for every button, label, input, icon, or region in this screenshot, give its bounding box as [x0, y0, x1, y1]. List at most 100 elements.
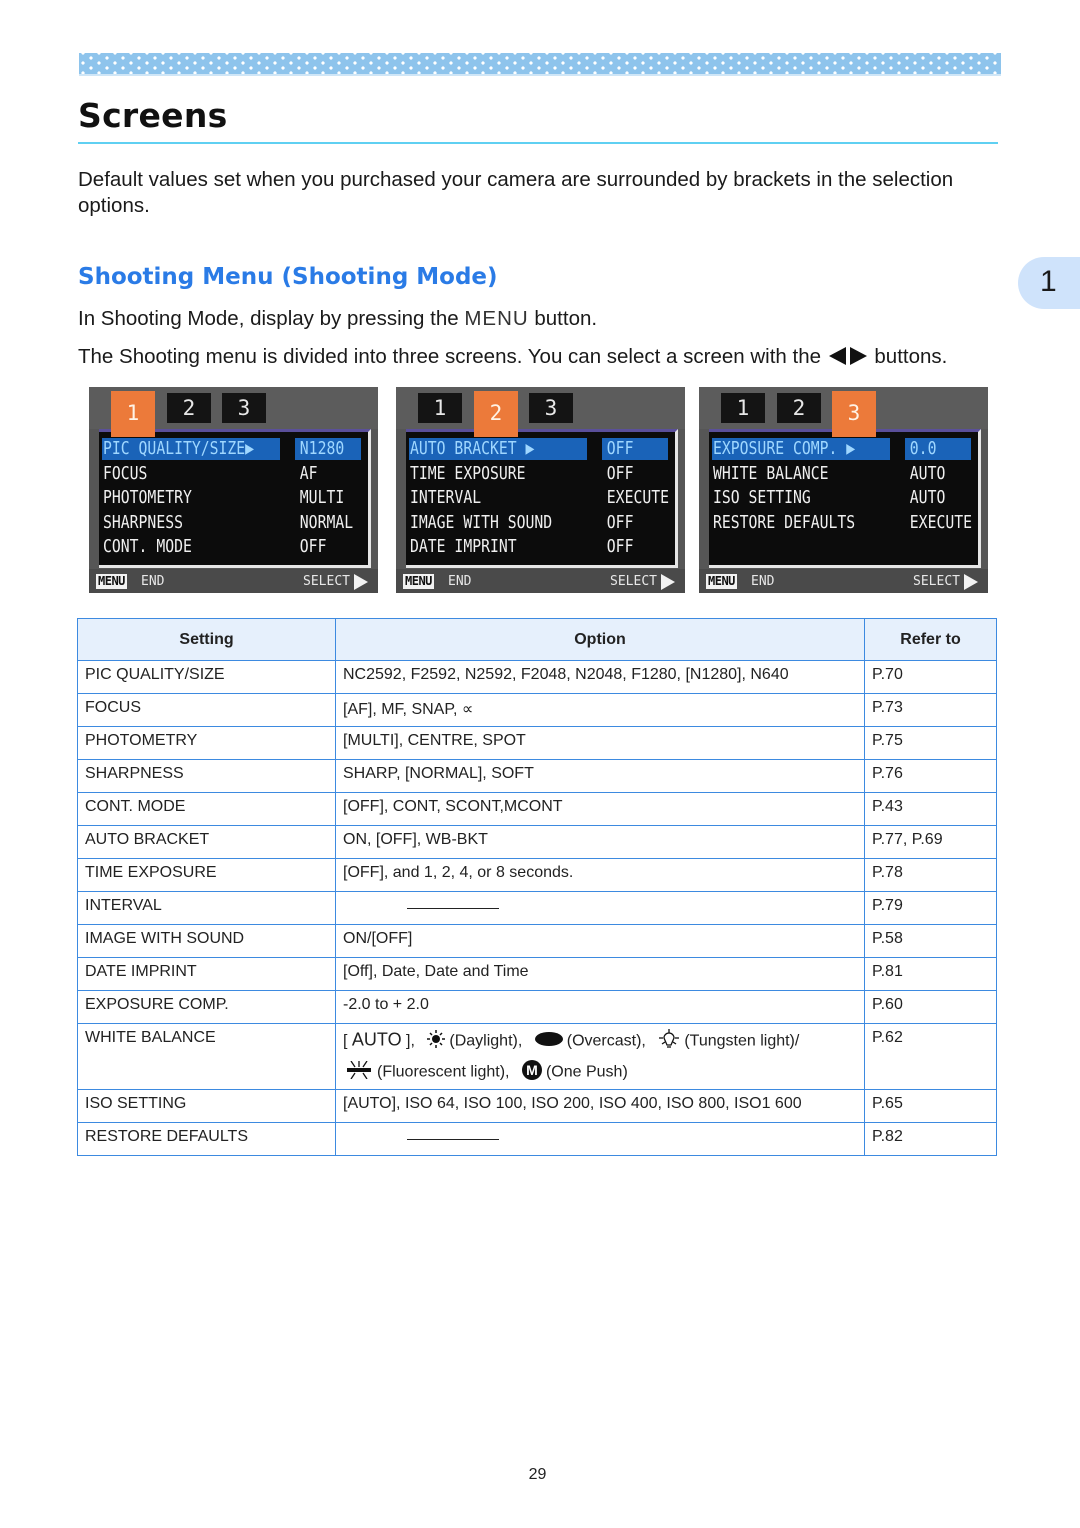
option-cell: [Off], Date, Date and Time — [335, 957, 865, 991]
refer-cell: P.65 — [864, 1089, 997, 1123]
setting-cell: DATE IMPRINT — [77, 957, 336, 991]
option-cell: -2.0 to + 2.0 — [335, 990, 865, 1024]
menu-row-label: WHITE BALANCE — [713, 462, 829, 484]
chapter-tab[interactable]: 1 — [1018, 257, 1080, 309]
right-arrow-icon — [661, 574, 675, 590]
instruction-paragraph-2: The Shooting menu is divided into three … — [78, 345, 947, 371]
table-row: EXPOSURE COMP. -2.0 to + 2.0 P.60 — [77, 990, 997, 1024]
wb-tungsten: (Tungsten light)/ — [684, 1032, 800, 1050]
menu-row-label: INTERVAL — [410, 487, 482, 508]
table-row: CONT. MODE [OFF], CONT, SCONT,MCONT P.43 — [77, 792, 997, 826]
page-title: Screens — [78, 96, 228, 135]
table-row: PIC QUALITY/SIZE NC2592, F2592, N2592, F… — [77, 660, 997, 694]
title-divider — [78, 142, 998, 144]
option-cell: NC2592, F2592, N2592, F2048, N2048, F128… — [335, 660, 865, 694]
option-cell — [335, 1122, 865, 1156]
screen-tab-2: 2 — [167, 393, 211, 423]
header-refer-to: Refer to — [864, 618, 997, 661]
menu-key-label: MENU — [403, 574, 434, 589]
refer-cell: P.77, P.69 — [864, 825, 997, 859]
table-row: INTERVAL P.79 — [77, 891, 997, 925]
menu-row-value: MULTI — [299, 487, 345, 508]
menu-row-value: AUTO — [909, 462, 946, 484]
screen-tab-1: 1 — [111, 391, 155, 437]
menu-row-value: OFF — [606, 536, 634, 557]
setting-cell: CONT. MODE — [77, 792, 336, 826]
menu-row: ISO SETTING AUTO — [713, 487, 975, 509]
wb-one-push: (One Push) — [545, 1063, 628, 1081]
refer-cell: P.78 — [864, 858, 997, 892]
refer-cell: P.70 — [864, 660, 997, 694]
menu-row-label: AUTO BRACKET ▶ — [410, 438, 535, 459]
sun-icon — [427, 1030, 446, 1053]
right-arrow-icon — [354, 574, 368, 590]
menu-row: EXPOSURE COMP. ▶ 0.0 — [713, 438, 975, 460]
option-cell: ON/[OFF] — [335, 924, 865, 958]
option-cell: ON, [OFF], WB-BKT — [335, 825, 865, 859]
header-option: Option — [335, 618, 865, 661]
menu-row-value: EXECUTE — [606, 487, 670, 508]
refer-cell: P.43 — [864, 792, 997, 826]
menu-row: RESTORE DEFAULTS EXECUTE — [713, 512, 975, 534]
end-label: END — [141, 574, 165, 589]
menu-row: FOCUS AF — [103, 463, 365, 485]
option-text: NC2592, F2592, N2592, F2048, N2048, F128… — [343, 666, 789, 683]
table-row: DATE IMPRINT [Off], Date, Date and Time … — [77, 957, 997, 991]
option-text: ON, [OFF], WB-BKT — [343, 831, 488, 848]
menu-panel: EXPOSURE COMP. ▶ 0.0 WHITE BALANCE AUTO … — [709, 429, 981, 568]
setting-cell: RESTORE DEFAULTS — [77, 1122, 336, 1156]
settings-table: Setting Option Refer to PIC QUALITY/SIZE… — [77, 618, 997, 1156]
menu-panel: AUTO BRACKET ▶ OFF TIME EXPOSURE OFF INT… — [406, 429, 678, 568]
refer-cell: P.62 — [864, 1023, 997, 1090]
end-label: END — [448, 574, 472, 589]
menu-button-label: MENU — [464, 307, 529, 330]
menu-row: WHITE BALANCE AUTO — [713, 463, 975, 485]
menu-row: IMAGE WITH SOUND OFF — [410, 512, 672, 534]
screen-tab-2: 2 — [777, 393, 821, 423]
refer-cell: P.81 — [864, 957, 997, 991]
setting-cell: IMAGE WITH SOUND — [77, 924, 336, 958]
menu-key-label: MENU — [96, 574, 127, 589]
setting-cell: EXPOSURE COMP. — [77, 990, 336, 1024]
option-text: [MULTI], CENTRE, SPOT — [343, 732, 526, 749]
setting-cell: TIME EXPOSURE — [77, 858, 336, 892]
option-cell: [AUTO], ISO 64, ISO 100, ISO 200, ISO 40… — [335, 1089, 865, 1123]
page-number: 29 — [528, 1466, 547, 1483]
option-text: -2.0 to + 2.0 — [343, 996, 429, 1013]
svg-text:M: M — [526, 1062, 538, 1078]
menu-row-label: DATE IMPRINT — [410, 536, 517, 557]
menu-row-label: SHARPNESS — [103, 511, 183, 533]
menu-row: AUTO BRACKET ▶ OFF — [410, 438, 672, 460]
option-text: SHARP, [NORMAL], SOFT — [343, 765, 534, 782]
wb-line-2: (Fluorescent light), M (One Push) — [343, 1060, 857, 1085]
option-cell: [OFF], and 1, 2, 4, or 8 seconds. — [335, 858, 865, 892]
table-header-row: Setting Option Refer to — [77, 618, 997, 661]
menu-row: SHARPNESS NORMAL — [103, 512, 365, 534]
table-row: FOCUS [AF], MF, SNAP, ∝ P.73 — [77, 693, 997, 727]
setting-cell: PHOTOMETRY — [77, 726, 336, 760]
option-cell: [AF], MF, SNAP, ∝ — [335, 693, 865, 727]
menu-row-value: N1280 — [299, 438, 345, 459]
setting-cell: INTERVAL — [77, 891, 336, 925]
table-row: SHARPNESS SHARP, [NORMAL], SOFT P.76 — [77, 759, 997, 793]
para2-text-after: buttons. — [868, 345, 948, 368]
screen-tab-1: 1 — [418, 393, 462, 423]
refer-cell: P.76 — [864, 759, 997, 793]
section-heading: Shooting Menu (Shooting Mode) — [78, 264, 498, 290]
menu-panel: PIC QUALITY/SIZE▶ N1280 FOCUS AF PHOTOME… — [99, 429, 371, 568]
option-cell: [ AUTO ], (Daylight), (Overcast), (Tungs… — [335, 1023, 865, 1090]
para1-text-before: In Shooting Mode, display by pressing th… — [78, 307, 465, 330]
setting-cell: WHITE BALANCE — [77, 1023, 336, 1090]
option-text: ON/[OFF] — [343, 930, 413, 947]
setting-cell: AUTO BRACKET — [77, 825, 336, 859]
screen-tab-3: 3 — [529, 393, 573, 423]
menu-row-value: OFF — [606, 462, 634, 484]
screen-tab-1: 1 — [721, 393, 765, 423]
bracket-open: [ — [343, 1032, 352, 1050]
table-row: PHOTOMETRY [MULTI], CENTRE, SPOT P.75 — [77, 726, 997, 760]
option-text: [Off], Date, Date and Time — [343, 963, 529, 980]
option-text: [AF], MF, SNAP, ∝ — [343, 701, 474, 718]
setting-cell: ISO SETTING — [77, 1089, 336, 1123]
decorative-header-bar — [79, 53, 1001, 76]
select-label: SELECT — [913, 574, 960, 589]
